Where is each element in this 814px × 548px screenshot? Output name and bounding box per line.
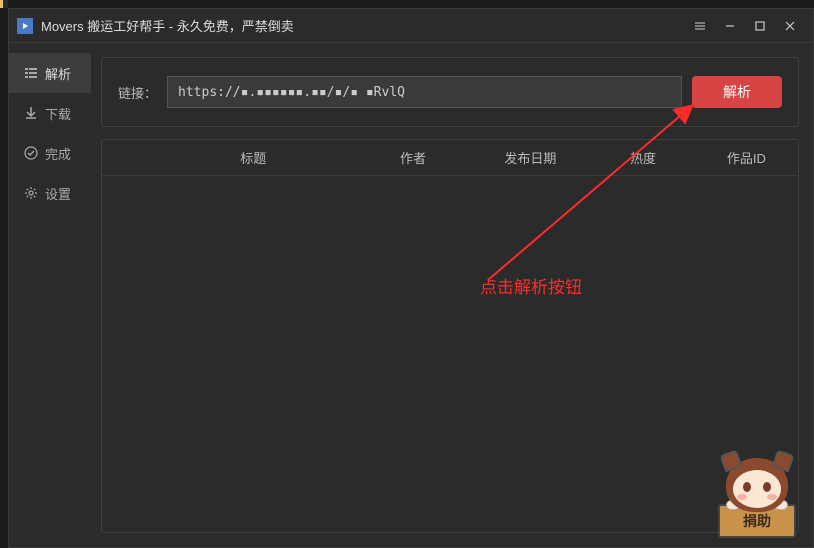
list-icon <box>23 65 39 81</box>
th-title: 标题 <box>150 148 357 167</box>
app-icon <box>17 18 33 34</box>
sidebar-item-done[interactable]: 完成 <box>9 133 91 173</box>
link-label: 链接： <box>118 83 157 102</box>
close-button[interactable] <box>775 14 805 38</box>
mascot[interactable]: 捐助 <box>712 458 802 538</box>
sidebar-item-label: 解析 <box>45 64 71 83</box>
input-panel: 链接： 解析 <box>101 57 799 127</box>
menu-button[interactable] <box>685 14 715 38</box>
app-window: Movers 搬运工好帮手 - 永久免费，严禁倒卖 解析 <box>8 8 814 548</box>
gear-icon <box>23 185 39 201</box>
sidebar-item-parse[interactable]: 解析 <box>9 53 91 93</box>
url-input[interactable] <box>167 76 682 108</box>
body: 解析 下载 完成 设置 链 <box>9 43 813 547</box>
main-panel: 链接： 解析 标题 作者 发布日期 热度 作品ID <box>91 43 813 547</box>
th-date: 发布日期 <box>469 148 591 167</box>
th-author: 作者 <box>357 148 470 167</box>
donate-label: 捐助 <box>743 511 771 531</box>
download-icon <box>23 105 39 121</box>
parse-button[interactable]: 解析 <box>692 76 782 108</box>
table-body <box>102 176 798 532</box>
th-heat: 热度 <box>591 148 694 167</box>
top-stripe <box>0 0 8 8</box>
mascot-head <box>726 458 788 512</box>
window-title: Movers 搬运工好帮手 - 永久免费，严禁倒卖 <box>41 16 685 35</box>
sidebar-item-label: 设置 <box>45 184 71 203</box>
table-header: 标题 作者 发布日期 热度 作品ID <box>102 140 798 176</box>
table-panel: 标题 作者 发布日期 热度 作品ID <box>101 139 799 533</box>
check-circle-icon <box>23 145 39 161</box>
sidebar-item-label: 下载 <box>45 104 71 123</box>
titlebar: Movers 搬运工好帮手 - 永久免费，严禁倒卖 <box>9 9 813 43</box>
th-workid: 作品ID <box>695 148 798 167</box>
sidebar: 解析 下载 完成 设置 <box>9 43 91 547</box>
sidebar-item-label: 完成 <box>45 144 71 163</box>
minimize-button[interactable] <box>715 14 745 38</box>
window-controls <box>685 14 805 38</box>
maximize-button[interactable] <box>745 14 775 38</box>
sidebar-item-download[interactable]: 下载 <box>9 93 91 133</box>
sidebar-item-settings[interactable]: 设置 <box>9 173 91 213</box>
